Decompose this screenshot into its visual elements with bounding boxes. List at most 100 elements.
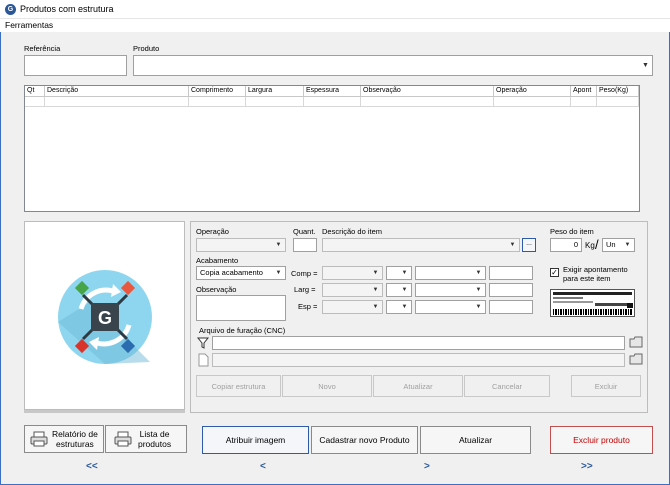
esp-combo-3[interactable]: ▼ — [415, 300, 486, 314]
nav-first-button[interactable]: << — [86, 461, 98, 473]
relatorio-estruturas-button[interactable]: Relatório de estruturas — [24, 425, 104, 453]
operacao-label: Operação — [196, 227, 229, 236]
col-header-largura[interactable]: Largura — [246, 86, 304, 96]
col-header-operacao[interactable]: Operação — [494, 86, 571, 96]
relatorio-label-2: estruturas — [56, 439, 94, 449]
client-area: Referência Produto ▼ Qt Descrição Compri… — [0, 32, 670, 485]
table-cell[interactable] — [571, 97, 597, 107]
atualizar-button[interactable]: Atualizar — [420, 426, 531, 454]
chevron-down-icon[interactable]: ▼ — [472, 267, 485, 279]
exigir-apontamento-checkbox[interactable]: ✓ — [550, 268, 559, 277]
larg-combo-1[interactable]: ▼ — [322, 283, 383, 297]
peso-slash: / — [595, 237, 599, 252]
label-preview-line — [553, 301, 593, 303]
cancelar-button[interactable]: Cancelar — [464, 375, 550, 397]
folder-icon[interactable] — [629, 353, 643, 365]
cadastrar-produto-button[interactable]: Cadastrar novo Produto — [311, 426, 418, 454]
novo-button[interactable]: Novo — [282, 375, 372, 397]
chevron-down-icon[interactable]: ▼ — [272, 267, 285, 279]
nav-last-button[interactable]: >> — [581, 461, 593, 473]
table-cell[interactable] — [246, 97, 304, 107]
descricao-search-button[interactable]: ... — [522, 238, 536, 252]
esp-label: Esp = — [298, 302, 318, 311]
peso-input[interactable]: 0 — [550, 238, 582, 252]
table-cell[interactable] — [45, 97, 189, 107]
exigir-label-2: para este item — [563, 274, 611, 283]
excluir-item-button[interactable]: Excluir — [571, 375, 641, 397]
nav-prev-button[interactable]: < — [260, 461, 266, 473]
unit-combo[interactable]: Un ▼ — [602, 238, 635, 252]
label-preview-bar — [553, 292, 632, 295]
lista-label-1: Lista de — [139, 429, 170, 439]
atribuir-imagem-button[interactable]: Atribuir imagem — [202, 426, 309, 454]
arquivo-path-input-2[interactable] — [212, 353, 625, 367]
image-scrollbar[interactable] — [24, 410, 185, 413]
relatorio-label-1: Relatório de — [52, 429, 98, 439]
col-header-descricao[interactable]: Descrição — [45, 86, 189, 96]
chevron-down-icon[interactable]: ▼ — [506, 239, 519, 251]
table-cell[interactable] — [597, 97, 639, 107]
structure-grid[interactable]: Qt Descrição Comprimento Largura Espessu… — [24, 85, 640, 212]
copiar-estrutura-button[interactable]: Copiar estrutura — [196, 375, 281, 397]
nav-next-button[interactable]: > — [424, 461, 430, 473]
esp-value-input[interactable] — [489, 300, 533, 314]
comp-combo-1[interactable]: ▼ — [322, 266, 383, 280]
col-header-comprimento[interactable]: Comprimento — [189, 86, 246, 96]
chevron-down-icon[interactable]: ▼ — [398, 301, 411, 313]
chevron-down-icon[interactable]: ▼ — [369, 284, 382, 296]
table-cell[interactable] — [189, 97, 246, 107]
comp-combo-2[interactable]: ▼ — [386, 266, 412, 280]
lista-label-2: produtos — [138, 439, 172, 449]
referencia-label: Referência — [24, 44, 61, 53]
folder-icon[interactable] — [629, 336, 643, 348]
referencia-input[interactable] — [24, 55, 127, 76]
descricao-combo[interactable]: ▼ — [322, 238, 520, 252]
chevron-down-icon[interactable]: ▼ — [398, 267, 411, 279]
operacao-combo[interactable]: ▼ — [196, 238, 286, 252]
chevron-down-icon[interactable]: ▼ — [369, 301, 382, 313]
chevron-down-icon[interactable]: ▼ — [472, 301, 485, 313]
window-title: Produtos com estrutura — [20, 4, 114, 14]
chevron-down-icon[interactable]: ▼ — [639, 56, 652, 75]
label-preview-line — [595, 303, 631, 306]
quant-input[interactable] — [293, 238, 317, 252]
produto-combo[interactable]: ▼ — [133, 55, 653, 76]
comp-value-input[interactable] — [489, 266, 533, 280]
larg-value-input[interactable] — [489, 283, 533, 297]
table-cell[interactable] — [494, 97, 571, 107]
chevron-down-icon[interactable]: ▼ — [272, 239, 285, 251]
chevron-down-icon[interactable]: ▼ — [621, 239, 634, 251]
chevron-down-icon[interactable]: ▼ — [472, 284, 485, 296]
lista-produtos-button[interactable]: Lista de produtos — [105, 425, 187, 453]
comp-combo-3[interactable]: ▼ — [415, 266, 486, 280]
arquivo-label: Arquivo de furação (CNC) — [199, 326, 286, 335]
esp-combo-1[interactable]: ▼ — [322, 300, 383, 314]
col-header-espessura[interactable]: Espessura — [304, 86, 361, 96]
app-icon: G — [5, 4, 16, 15]
observacao-input[interactable] — [196, 295, 286, 321]
menu-ferramentas[interactable]: Ferramentas — [5, 19, 53, 32]
larg-label: Larg = — [294, 285, 316, 294]
comp-label: Comp = — [291, 269, 318, 278]
col-header-peso[interactable]: Peso(Kg) — [597, 86, 639, 96]
esp-combo-2[interactable]: ▼ — [386, 300, 412, 314]
filter-icon[interactable] — [196, 336, 210, 350]
chevron-down-icon[interactable]: ▼ — [398, 284, 411, 296]
table-cell[interactable] — [25, 97, 45, 107]
acabamento-label: Acabamento — [196, 256, 239, 265]
file-icon[interactable] — [196, 353, 210, 367]
col-header-apont[interactable]: Apont — [571, 86, 597, 96]
product-image-panel[interactable]: G — [24, 221, 185, 410]
arquivo-path-input[interactable] — [212, 336, 625, 350]
acabamento-combo[interactable]: Copia acabamento ▼ — [196, 266, 286, 280]
larg-combo-2[interactable]: ▼ — [386, 283, 412, 297]
larg-combo-3[interactable]: ▼ — [415, 283, 486, 297]
atualizar-item-button[interactable]: Atualizar — [373, 375, 463, 397]
produto-label: Produto — [133, 44, 160, 53]
col-header-observacao[interactable]: Observação — [361, 86, 494, 96]
chevron-down-icon[interactable]: ▼ — [369, 267, 382, 279]
table-cell[interactable] — [304, 97, 361, 107]
excluir-produto-button[interactable]: Excluir produto — [550, 426, 653, 454]
table-cell[interactable] — [361, 97, 494, 107]
col-header-qt[interactable]: Qt — [25, 86, 45, 96]
